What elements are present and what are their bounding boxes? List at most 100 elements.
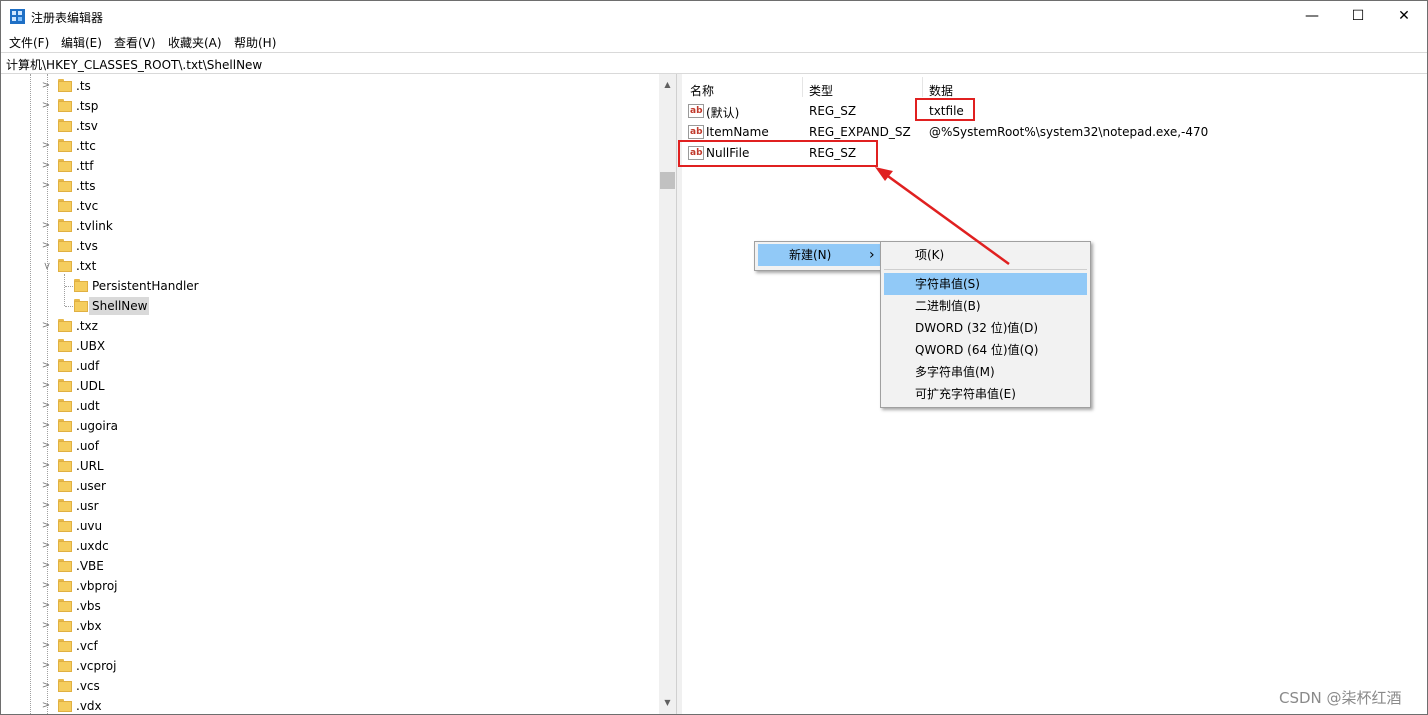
menu-item-binary-value[interactable]: 二进制值(B) [884,295,1087,317]
menu-item-dword-value[interactable]: DWORD (32 位)值(D) [884,317,1087,339]
column-divider[interactable] [922,77,923,97]
minimize-button[interactable]: — [1289,1,1335,32]
chevron-right-icon[interactable]: > [41,440,51,452]
chevron-right-icon[interactable]: > [41,380,51,392]
menu-item-label: 二进制值(B) [915,299,981,313]
tree-scrollbar[interactable]: ▲ ▼ [659,74,676,714]
tree-item[interactable]: > .ttc [1,136,659,156]
tree-item[interactable]: > .uvu [1,516,659,536]
chevron-right-icon[interactable]: > [41,500,51,512]
tree-item[interactable]: > .tts [1,176,659,196]
tree-item[interactable]: > .vbproj [1,576,659,596]
scroll-down-icon[interactable]: ▼ [659,694,676,711]
tree-item-persistenthandler[interactable]: PersistentHandler [1,276,659,296]
menu-edit[interactable]: 编辑(E) [61,34,102,51]
chevron-right-icon[interactable]: > [41,580,51,592]
menu-item-multi-string-value[interactable]: 多字符串值(M) [884,361,1087,383]
menu-item-string-value[interactable]: 字符串值(S) [884,273,1087,295]
tree-item[interactable]: > .udf [1,356,659,376]
column-data-header[interactable]: 数据 [929,82,953,99]
close-button[interactable]: ✕ [1381,1,1427,32]
chevron-right-icon[interactable]: > [41,160,51,172]
menu-bar: 文件(F) 编辑(E) 查看(V) 收藏夹(A) 帮助(H) [1,32,1427,52]
menu-item-label: QWORD (64 位)值(Q) [915,343,1039,357]
menu-view[interactable]: 查看(V) [114,34,156,51]
tree-item-txt[interactable]: > .txt [1,256,659,276]
chevron-right-icon[interactable]: > [41,620,51,632]
chevron-right-icon[interactable]: > [41,140,51,152]
tree-item[interactable]: > .tvlink [1,216,659,236]
column-name-header[interactable]: 名称 [690,82,714,99]
column-type-header[interactable]: 类型 [809,82,833,99]
chevron-right-icon[interactable]: > [41,700,51,712]
chevron-right-icon[interactable]: > [41,240,51,252]
tree-item[interactable]: > .URL [1,456,659,476]
address-bar[interactable]: 计算机\HKEY_CLASSES_ROOT\.txt\ShellNew [1,52,1427,74]
tree-item[interactable]: > .ts [1,76,659,96]
menu-item-qword-value[interactable]: QWORD (64 位)值(Q) [884,339,1087,361]
folder-icon [58,99,72,112]
menu-help[interactable]: 帮助(H) [234,34,276,51]
address-path[interactable]: 计算机\HKEY_CLASSES_ROOT\.txt\ShellNew [6,56,262,73]
chevron-right-icon[interactable]: > [41,640,51,652]
tree-item[interactable]: > .vcproj [1,656,659,676]
chevron-right-icon[interactable]: > [41,360,51,372]
tree-item[interactable]: > .usr [1,496,659,516]
chevron-right-icon[interactable]: > [41,460,51,472]
registry-editor-window: 注册表编辑器 — ☐ ✕ 文件(F) 编辑(E) 查看(V) 收藏夹(A) 帮助… [0,0,1428,715]
value-row-itemname[interactable]: ab ItemName REG_EXPAND_SZ @%SystemRoot%\… [686,122,1426,142]
folder-icon [58,219,72,232]
folder-icon [58,699,72,712]
tree-item[interactable]: > .ttf [1,156,659,176]
tree-item[interactable]: > .vcs [1,676,659,696]
tree-item[interactable]: > .uxdc [1,536,659,556]
chevron-right-icon[interactable]: > [41,320,51,332]
menu-item-expandable-string-value[interactable]: 可扩充字符串值(E) [884,383,1087,405]
registry-app-icon [10,9,25,24]
menu-item-key[interactable]: 项(K) [884,244,1087,266]
chevron-right-icon[interactable]: > [41,680,51,692]
chevron-right-icon[interactable]: > [41,540,51,552]
folder-icon [58,479,72,492]
key-tree[interactable]: > .ts > .tsp .tsv > .ttc > .ttf > .tts .… [1,74,659,714]
chevron-right-icon[interactable]: > [41,100,51,112]
chevron-right-icon[interactable]: > [41,660,51,672]
chevron-right-icon[interactable]: > [41,420,51,432]
scroll-up-icon[interactable]: ▲ [659,76,676,93]
tree-item[interactable]: > .udt [1,396,659,416]
menu-item-label: DWORD (32 位)值(D) [915,321,1038,335]
chevron-right-icon[interactable]: > [41,520,51,532]
tree-item[interactable]: > .vdx [1,696,659,714]
chevron-right-icon[interactable]: > [41,220,51,232]
tree-item[interactable]: > .VBE [1,556,659,576]
maximize-button[interactable]: ☐ [1335,1,1381,32]
chevron-down-icon[interactable]: > [40,261,52,271]
chevron-right-icon[interactable]: > [41,480,51,492]
tree-item[interactable]: > .uof [1,436,659,456]
tree-item[interactable]: > .vbx [1,616,659,636]
column-divider[interactable] [802,77,803,97]
chevron-right-icon[interactable]: > [41,400,51,412]
scroll-thumb[interactable] [660,172,675,189]
chevron-right-icon[interactable]: > [41,560,51,572]
menu-file[interactable]: 文件(F) [9,34,49,51]
value-row-default[interactable]: ab (默认) REG_SZ txtfile [686,101,1426,121]
tree-item[interactable]: > .UDL [1,376,659,396]
chevron-right-icon[interactable]: > [41,600,51,612]
menu-favorites[interactable]: 收藏夹(A) [168,34,222,51]
tree-item[interactable]: > .vbs [1,596,659,616]
tree-item[interactable]: > .ugoira [1,416,659,436]
tree-item[interactable]: > .tvs [1,236,659,256]
tree-item[interactable]: > .tsp [1,96,659,116]
tree-item[interactable]: > .vcf [1,636,659,656]
tree-item[interactable]: .tsv [1,116,659,136]
chevron-right-icon[interactable]: > [41,180,51,192]
menu-item-new[interactable]: 新建(N) › [758,244,880,266]
tree-item[interactable]: .UBX [1,336,659,356]
chevron-right-icon[interactable]: > [41,80,51,92]
tree-item[interactable]: > .user [1,476,659,496]
tree-item[interactable]: > .txz [1,316,659,336]
menu-separator [884,269,1087,270]
tree-item[interactable]: .tvc [1,196,659,216]
tree-item-shellnew[interactable]: ShellNew [1,296,659,316]
